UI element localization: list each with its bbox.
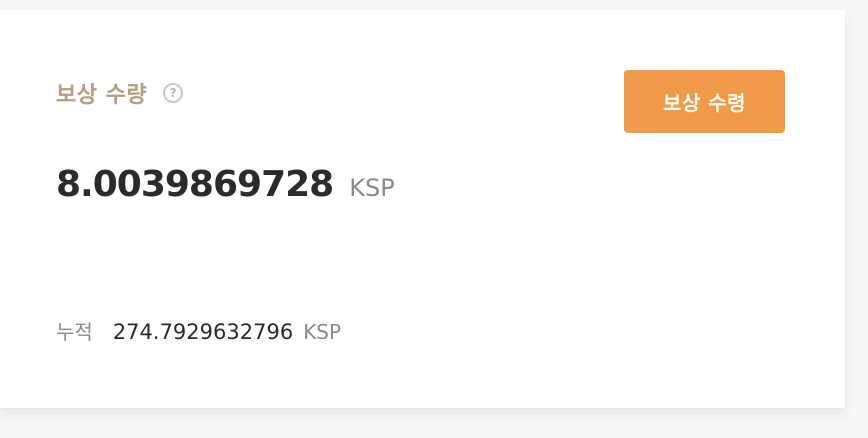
- reward-title: 보상 수량: [56, 83, 148, 108]
- reward-amount-value: 8.0039869728: [56, 164, 334, 205]
- cumulative-value: 274.7929632796: [112, 320, 294, 344]
- reward-amount-unit: KSP: [349, 174, 395, 202]
- cumulative-label: 누적: [56, 320, 93, 344]
- cumulative-unit: KSP: [303, 320, 342, 344]
- claim-reward-button[interactable]: 보상 수령: [624, 70, 785, 133]
- reward-title-row: 보상 수량 ?: [56, 78, 184, 108]
- cumulative-row: 누적 274.7929632796 KSP: [56, 316, 341, 345]
- reward-card: 보상 수량 ? 보상 수령 8.0039869728 KSP 누적 274.79…: [0, 10, 845, 408]
- reward-amount-row: 8.0039869728 KSP: [56, 164, 395, 205]
- question-circle-icon[interactable]: ?: [163, 83, 184, 103]
